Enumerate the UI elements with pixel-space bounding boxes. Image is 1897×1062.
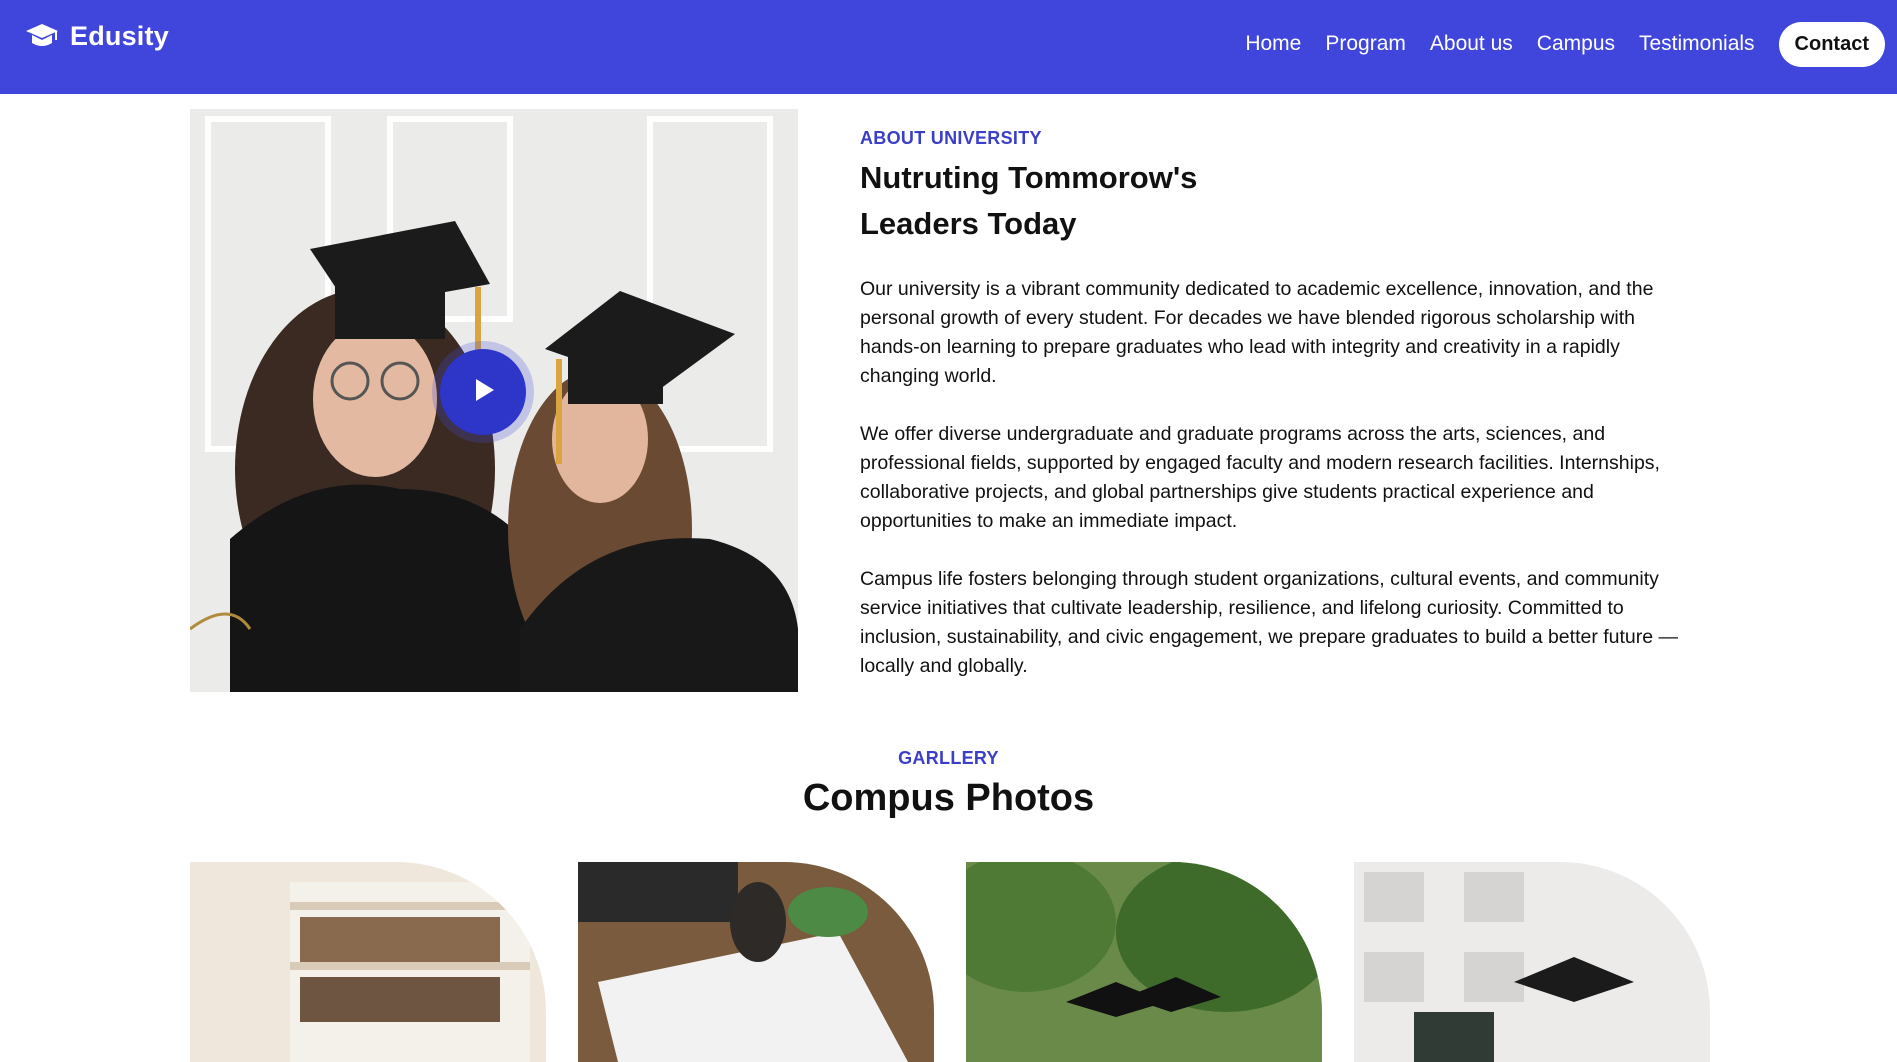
gallery-title: Compus Photos [802, 777, 1095, 819]
gallery-photo-study[interactable] [578, 862, 934, 1062]
nav-link-home[interactable]: Home [1245, 32, 1301, 56]
about-title: Nutruting Tommorow's Leaders Today [860, 155, 1280, 247]
about-paragraph-2: We offer diverse undergraduate and gradu… [860, 423, 1660, 532]
gallery-photo-building[interactable] [1354, 862, 1710, 1062]
about-paragraph-3: Campus life fosters belonging through st… [860, 568, 1679, 677]
study-photo [578, 862, 934, 1062]
gallery-eyebrow: GARLLERY [898, 748, 999, 768]
gallery-header: GARLLERY Compus Photos [0, 748, 1897, 820]
gallery-header-inner: GARLLERY Compus Photos [0, 748, 1897, 820]
about-image [190, 109, 798, 692]
brand[interactable]: Edusity [24, 18, 169, 54]
about-title-line2: Leaders Today [860, 206, 1077, 241]
brand-name: Edusity [70, 20, 169, 51]
contact-button[interactable]: Contact [1778, 21, 1885, 67]
gallery-photo-graduates[interactable] [966, 862, 1322, 1062]
play-video-button[interactable] [440, 349, 526, 435]
about-title-line1: Nutruting Tommorow's [860, 160, 1198, 195]
about-eyebrow: ABOUT UNIVERSITY [860, 128, 1042, 148]
building-photo [1354, 862, 1710, 1062]
graduation-cap-icon [24, 18, 60, 54]
nav-link-campus[interactable]: Campus [1537, 32, 1615, 56]
nav-link-program[interactable]: Program [1325, 32, 1406, 56]
nav-link-testimonials[interactable]: Testimonials [1639, 32, 1755, 56]
nav-link-about[interactable]: About us [1430, 32, 1513, 56]
play-icon [468, 375, 498, 409]
nav-links: Home Program About us Campus Testimonial… [1245, 21, 1885, 67]
graduates-outdoor-photo [966, 862, 1322, 1062]
about-paragraph-1: Our university is a vibrant community de… [860, 278, 1654, 387]
gallery-photo-library[interactable] [190, 862, 546, 1062]
gallery-grid [190, 862, 1710, 1062]
top-navbar: Edusity Home Program About us Campus Tes… [0, 0, 1897, 94]
about-section: ABOUT UNIVERSITY Nutruting Tommorow's Le… [860, 128, 1720, 710]
library-photo [190, 862, 546, 1062]
